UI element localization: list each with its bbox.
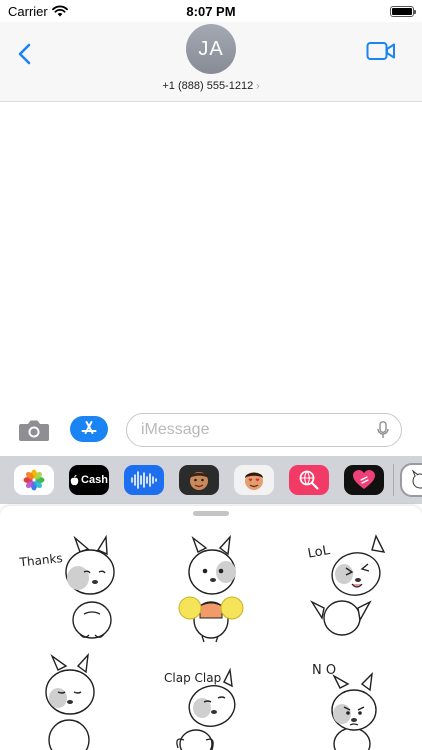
drawer-divider — [393, 464, 394, 496]
sticker-caption-clap: Clap Clap — [164, 671, 221, 685]
sticker-caption-no: N O — [312, 663, 336, 678]
status-bar: Carrier 8:07 PM — [0, 0, 422, 22]
microphone-icon[interactable] — [377, 421, 389, 439]
dog-sitting-sticker-art — [45, 652, 95, 750]
dog-lol-sticker-art: LoL — [307, 534, 386, 636]
carrier-label: Carrier — [8, 3, 48, 19]
search-images-app-icon[interactable] — [289, 465, 329, 495]
apple-cash-label: Cash — [81, 474, 108, 486]
globe-search-icon — [299, 470, 319, 490]
message-placeholder: iMessage — [141, 421, 210, 438]
sticker-thanks[interactable]: Thanks — [14, 534, 124, 644]
status-right — [274, 5, 416, 17]
contact-line[interactable]: +1 (888) 555-1212 › — [0, 80, 422, 92]
video-call-icon[interactable] — [366, 40, 396, 62]
app-store-button[interactable] — [70, 416, 108, 442]
conversation-header: JA +1 (888) 555-1212 › — [0, 22, 422, 102]
sheet-grabber[interactable] — [193, 511, 229, 516]
heart-eyes-memoji-icon — [245, 472, 263, 490]
back-chevron-icon[interactable] — [14, 42, 38, 66]
status-time: 8:07 PM — [186, 3, 236, 19]
message-input[interactable]: iMessage — [126, 413, 402, 447]
contact-avatar[interactable]: JA — [186, 24, 236, 74]
waveform-icon — [131, 471, 157, 489]
sticker-caption-lol: LoL — [307, 543, 332, 562]
dog-sticker-thumbnail-icon — [411, 469, 422, 489]
audio-message-app-icon[interactable] — [124, 465, 164, 495]
dog-no-sticker-art: N O — [312, 663, 377, 750]
app-store-icon — [81, 421, 97, 434]
battery-icon — [390, 5, 416, 17]
sticker-lol[interactable]: LoL — [298, 534, 408, 644]
sticker-panel: Thanks LoL Clap Clap N O — [0, 506, 422, 750]
dog-thanks-sticker-art: Thanks — [18, 534, 115, 639]
contact-number: +1 (888) 555-1212 — [162, 80, 254, 92]
memoji-app-icon[interactable] — [179, 465, 219, 495]
apple-cash-app-icon[interactable]: Cash — [69, 465, 109, 495]
dog-clap-sticker-art: Clap Clap — [164, 667, 236, 750]
memoji-face-icon — [190, 472, 208, 490]
sticker-sitting[interactable] — [14, 652, 124, 750]
wifi-icon — [51, 5, 68, 17]
camera-icon[interactable] — [18, 418, 50, 442]
sticker-cheer[interactable] — [156, 534, 266, 644]
app-drawer: Cash — [0, 456, 422, 504]
contact-chevron-icon: › — [256, 81, 260, 92]
apple-logo-icon — [70, 474, 79, 485]
digital-touch-app-icon[interactable] — [344, 465, 384, 495]
dog-sticker-app-icon-selected[interactable] — [400, 463, 422, 497]
photos-flower-icon — [23, 469, 45, 491]
sticker-no[interactable]: N O — [298, 652, 408, 750]
memoji-stickers-app-icon[interactable] — [234, 465, 274, 495]
dog-cheer-sticker-art — [178, 534, 244, 643]
message-thread — [0, 102, 422, 402]
sticker-caption-thanks: Thanks — [18, 551, 63, 570]
photos-app-icon[interactable] — [14, 465, 54, 495]
sticker-clap[interactable]: Clap Clap — [156, 652, 266, 750]
composer-bar: iMessage — [0, 408, 422, 454]
heart-icon — [353, 470, 375, 489]
status-left: Carrier — [8, 4, 148, 19]
